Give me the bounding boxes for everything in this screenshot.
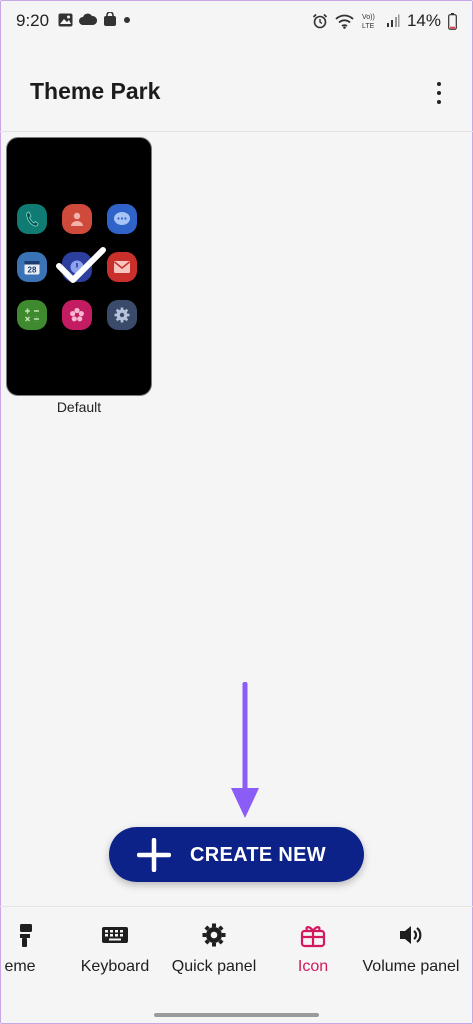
nav-divider [0,906,473,907]
more-vert-icon[interactable] [429,76,449,110]
svg-text:LTE: LTE [362,23,375,30]
theme-card-default[interactable]: 28 [6,137,152,396]
calendar-icon: 28 [17,252,47,282]
nav-item-volume-panel[interactable]: Volume panel [358,920,464,990]
nav-label: Quick panel [171,958,257,975]
nav-item-icon[interactable]: Icon [282,920,344,990]
gear-icon [202,923,226,947]
nav-item-keyboard[interactable]: Keyboard [72,920,158,990]
messages-icon [107,204,137,234]
status-time: 9:20 [16,11,50,30]
alarm-icon [312,13,328,29]
nav-item-theme[interactable]: eme [0,920,46,990]
nav-label: eme [4,958,36,975]
page-title: Theme Park [30,78,161,104]
cloud-icon [79,13,97,25]
nav-item-quick-panel[interactable]: Quick panel [166,920,262,990]
brush-icon [20,924,32,947]
phone-icon [17,204,47,234]
signal-icon [386,14,400,27]
app-bar: Theme Park [0,62,473,124]
wifi-icon [335,14,354,29]
create-new-button[interactable]: CREATE NEW [109,827,364,882]
volume-icon [400,926,422,944]
battery-percent: 14% [406,11,441,30]
volte-icon: Vo)) LTE [362,14,375,30]
shopping-bag-icon [104,12,116,26]
calculator-icon [17,300,47,330]
svg-text:28: 28 [28,266,37,275]
settings-icon [107,300,137,330]
plus-icon [137,838,171,872]
create-new-label: CREATE NEW [190,844,326,866]
bottom-nav: eme Keyboard Quick panel Icon Volume pan… [0,920,473,990]
header-divider [0,131,473,132]
contacts-icon [62,204,92,234]
icon-pack-icon [300,926,326,948]
svg-text:Vo)): Vo)) [362,14,375,21]
annotation-arrow-icon [231,682,259,818]
home-indicator[interactable] [154,1013,319,1017]
gallery-flower-icon [62,300,92,330]
selected-check-icon [56,247,106,283]
theme-label: Default [56,399,102,415]
nav-label: Keyboard [80,958,150,975]
nav-label: Volume panel [362,958,460,975]
nav-label: Icon [297,958,329,975]
status-bar: 9:20 Vo)) LTE 14% [0,0,473,44]
battery-icon [448,12,457,30]
dot-icon [124,16,130,23]
gallery-icon [58,13,73,26]
email-icon [107,252,137,282]
keyboard-icon [102,927,128,943]
